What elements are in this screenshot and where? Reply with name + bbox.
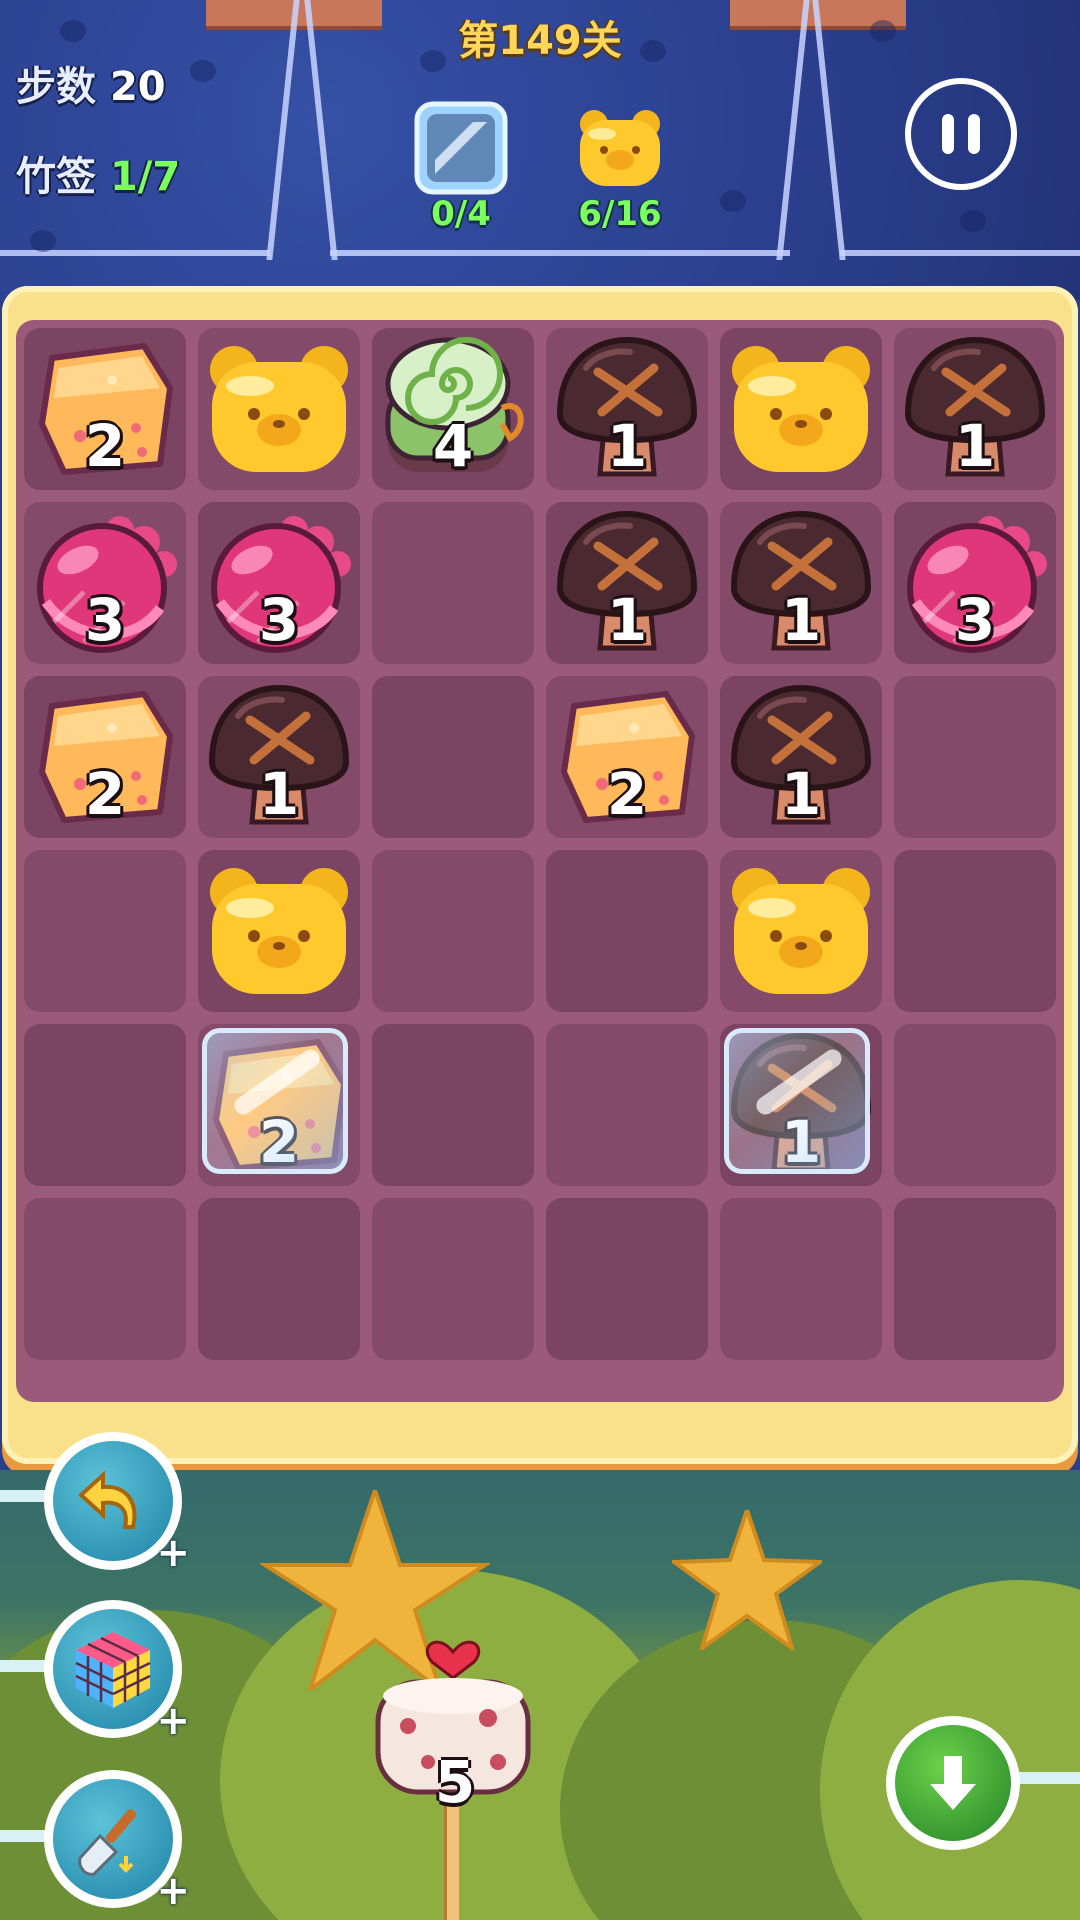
mushroom-piece[interactable]: 1 xyxy=(720,1024,882,1186)
tofu-piece[interactable]: 2 xyxy=(24,328,186,490)
shuffle-cube-button[interactable]: + xyxy=(44,1600,190,1744)
meatball-piece[interactable]: 3 xyxy=(894,502,1056,664)
shuffle-plus: + xyxy=(156,1698,190,1744)
rubiks-cube-icon xyxy=(75,1632,151,1708)
piece-count: 1 xyxy=(606,412,648,480)
mushroom-piece[interactable]: 1 xyxy=(198,676,360,838)
piece-count: 4 xyxy=(432,412,474,480)
sushi-roll-piece[interactable]: 4 xyxy=(372,328,534,490)
shovel-plus: + xyxy=(156,1868,190,1914)
skewers-label: 竹签 xyxy=(16,154,96,200)
board-cell[interactable] xyxy=(894,676,1056,838)
gummy-bear-icon xyxy=(572,100,668,196)
piece-count: 3 xyxy=(84,586,126,654)
undo-button[interactable]: + xyxy=(44,1432,190,1576)
tofu-piece[interactable]: 2 xyxy=(24,676,186,838)
piece-count: 3 xyxy=(954,586,996,654)
pause-button[interactable] xyxy=(905,78,1017,190)
board-cell[interactable] xyxy=(546,1198,708,1360)
tofu-piece[interactable]: 2 xyxy=(198,1024,360,1186)
stage-line xyxy=(330,250,790,256)
down-arrow-icon xyxy=(930,1756,976,1810)
ice-overlay xyxy=(724,1028,870,1174)
mushroom-piece[interactable]: 1 xyxy=(720,676,882,838)
ice-block-icon xyxy=(413,100,509,196)
board-cell[interactable] xyxy=(546,850,708,1012)
piece-count: 2 xyxy=(84,412,126,480)
piece-count: 3 xyxy=(258,586,300,654)
drop-skewer-button[interactable] xyxy=(886,1716,1020,1850)
piece-count: 2 xyxy=(606,760,648,828)
board-cell[interactable] xyxy=(894,1198,1056,1360)
piece-count: 2 xyxy=(84,760,126,828)
undo-plus: + xyxy=(156,1530,190,1576)
board-cell[interactable] xyxy=(894,1024,1056,1186)
board-cell[interactable] xyxy=(24,850,186,1012)
piece-count: 1 xyxy=(258,760,300,828)
gummy-bear-piece[interactable] xyxy=(720,850,882,1012)
skewer-count: 5 xyxy=(434,1748,476,1816)
shovel-icon xyxy=(78,1809,137,1876)
board-cell[interactable] xyxy=(372,1024,534,1186)
piece-count: 1 xyxy=(780,760,822,828)
star-decoration-icon xyxy=(672,1510,822,1650)
skewers-value: 1/7 xyxy=(109,154,181,200)
goal-ice: 0/4 xyxy=(406,100,516,234)
board-cell[interactable] xyxy=(720,1198,882,1360)
undo-arrow-icon xyxy=(78,1470,137,1529)
board-cell[interactable] xyxy=(372,676,534,838)
mushroom-piece[interactable]: 1 xyxy=(894,328,1056,490)
moves-label: 步数 xyxy=(16,64,96,110)
mushroom-piece[interactable]: 1 xyxy=(720,502,882,664)
meatball-piece[interactable]: 3 xyxy=(198,502,360,664)
piece-count: 1 xyxy=(780,586,822,654)
moves-value: 20 xyxy=(109,64,166,110)
piece-count: 1 xyxy=(606,586,648,654)
board-cell[interactable] xyxy=(546,1024,708,1186)
mushroom-piece[interactable]: 1 xyxy=(546,328,708,490)
board-cell[interactable] xyxy=(372,850,534,1012)
skewer-counter: 竹签 1/7 xyxy=(16,144,180,202)
board-cell[interactable] xyxy=(372,1198,534,1360)
board-cell[interactable] xyxy=(894,850,1056,1012)
mushroom-piece[interactable]: 1 xyxy=(546,502,708,664)
goal-bear-count: 6/16 xyxy=(578,194,662,234)
board-cell[interactable] xyxy=(372,502,534,664)
gummy-bear-piece[interactable] xyxy=(720,328,882,490)
gummy-bear-piece[interactable] xyxy=(198,328,360,490)
board-cell[interactable] xyxy=(24,1024,186,1186)
gummy-bear-piece[interactable] xyxy=(198,850,360,1012)
ice-overlay xyxy=(202,1028,348,1174)
meatball-piece[interactable]: 3 xyxy=(24,502,186,664)
board-cell[interactable] xyxy=(198,1198,360,1360)
stage-line xyxy=(840,250,1080,256)
moves-counter: 步数 20 xyxy=(16,54,166,112)
game-board: 2 4 1 1 3 3 1 1 3 2 1 2 1 xyxy=(16,320,1064,1402)
piece-count: 1 xyxy=(954,412,996,480)
shovel-button[interactable]: + xyxy=(44,1770,190,1914)
tofu-piece[interactable]: 2 xyxy=(546,676,708,838)
board-cell[interactable] xyxy=(24,1198,186,1360)
goal-bear: 6/16 xyxy=(565,100,675,234)
pause-icon xyxy=(942,114,954,154)
goal-ice-count: 0/4 xyxy=(431,194,491,234)
